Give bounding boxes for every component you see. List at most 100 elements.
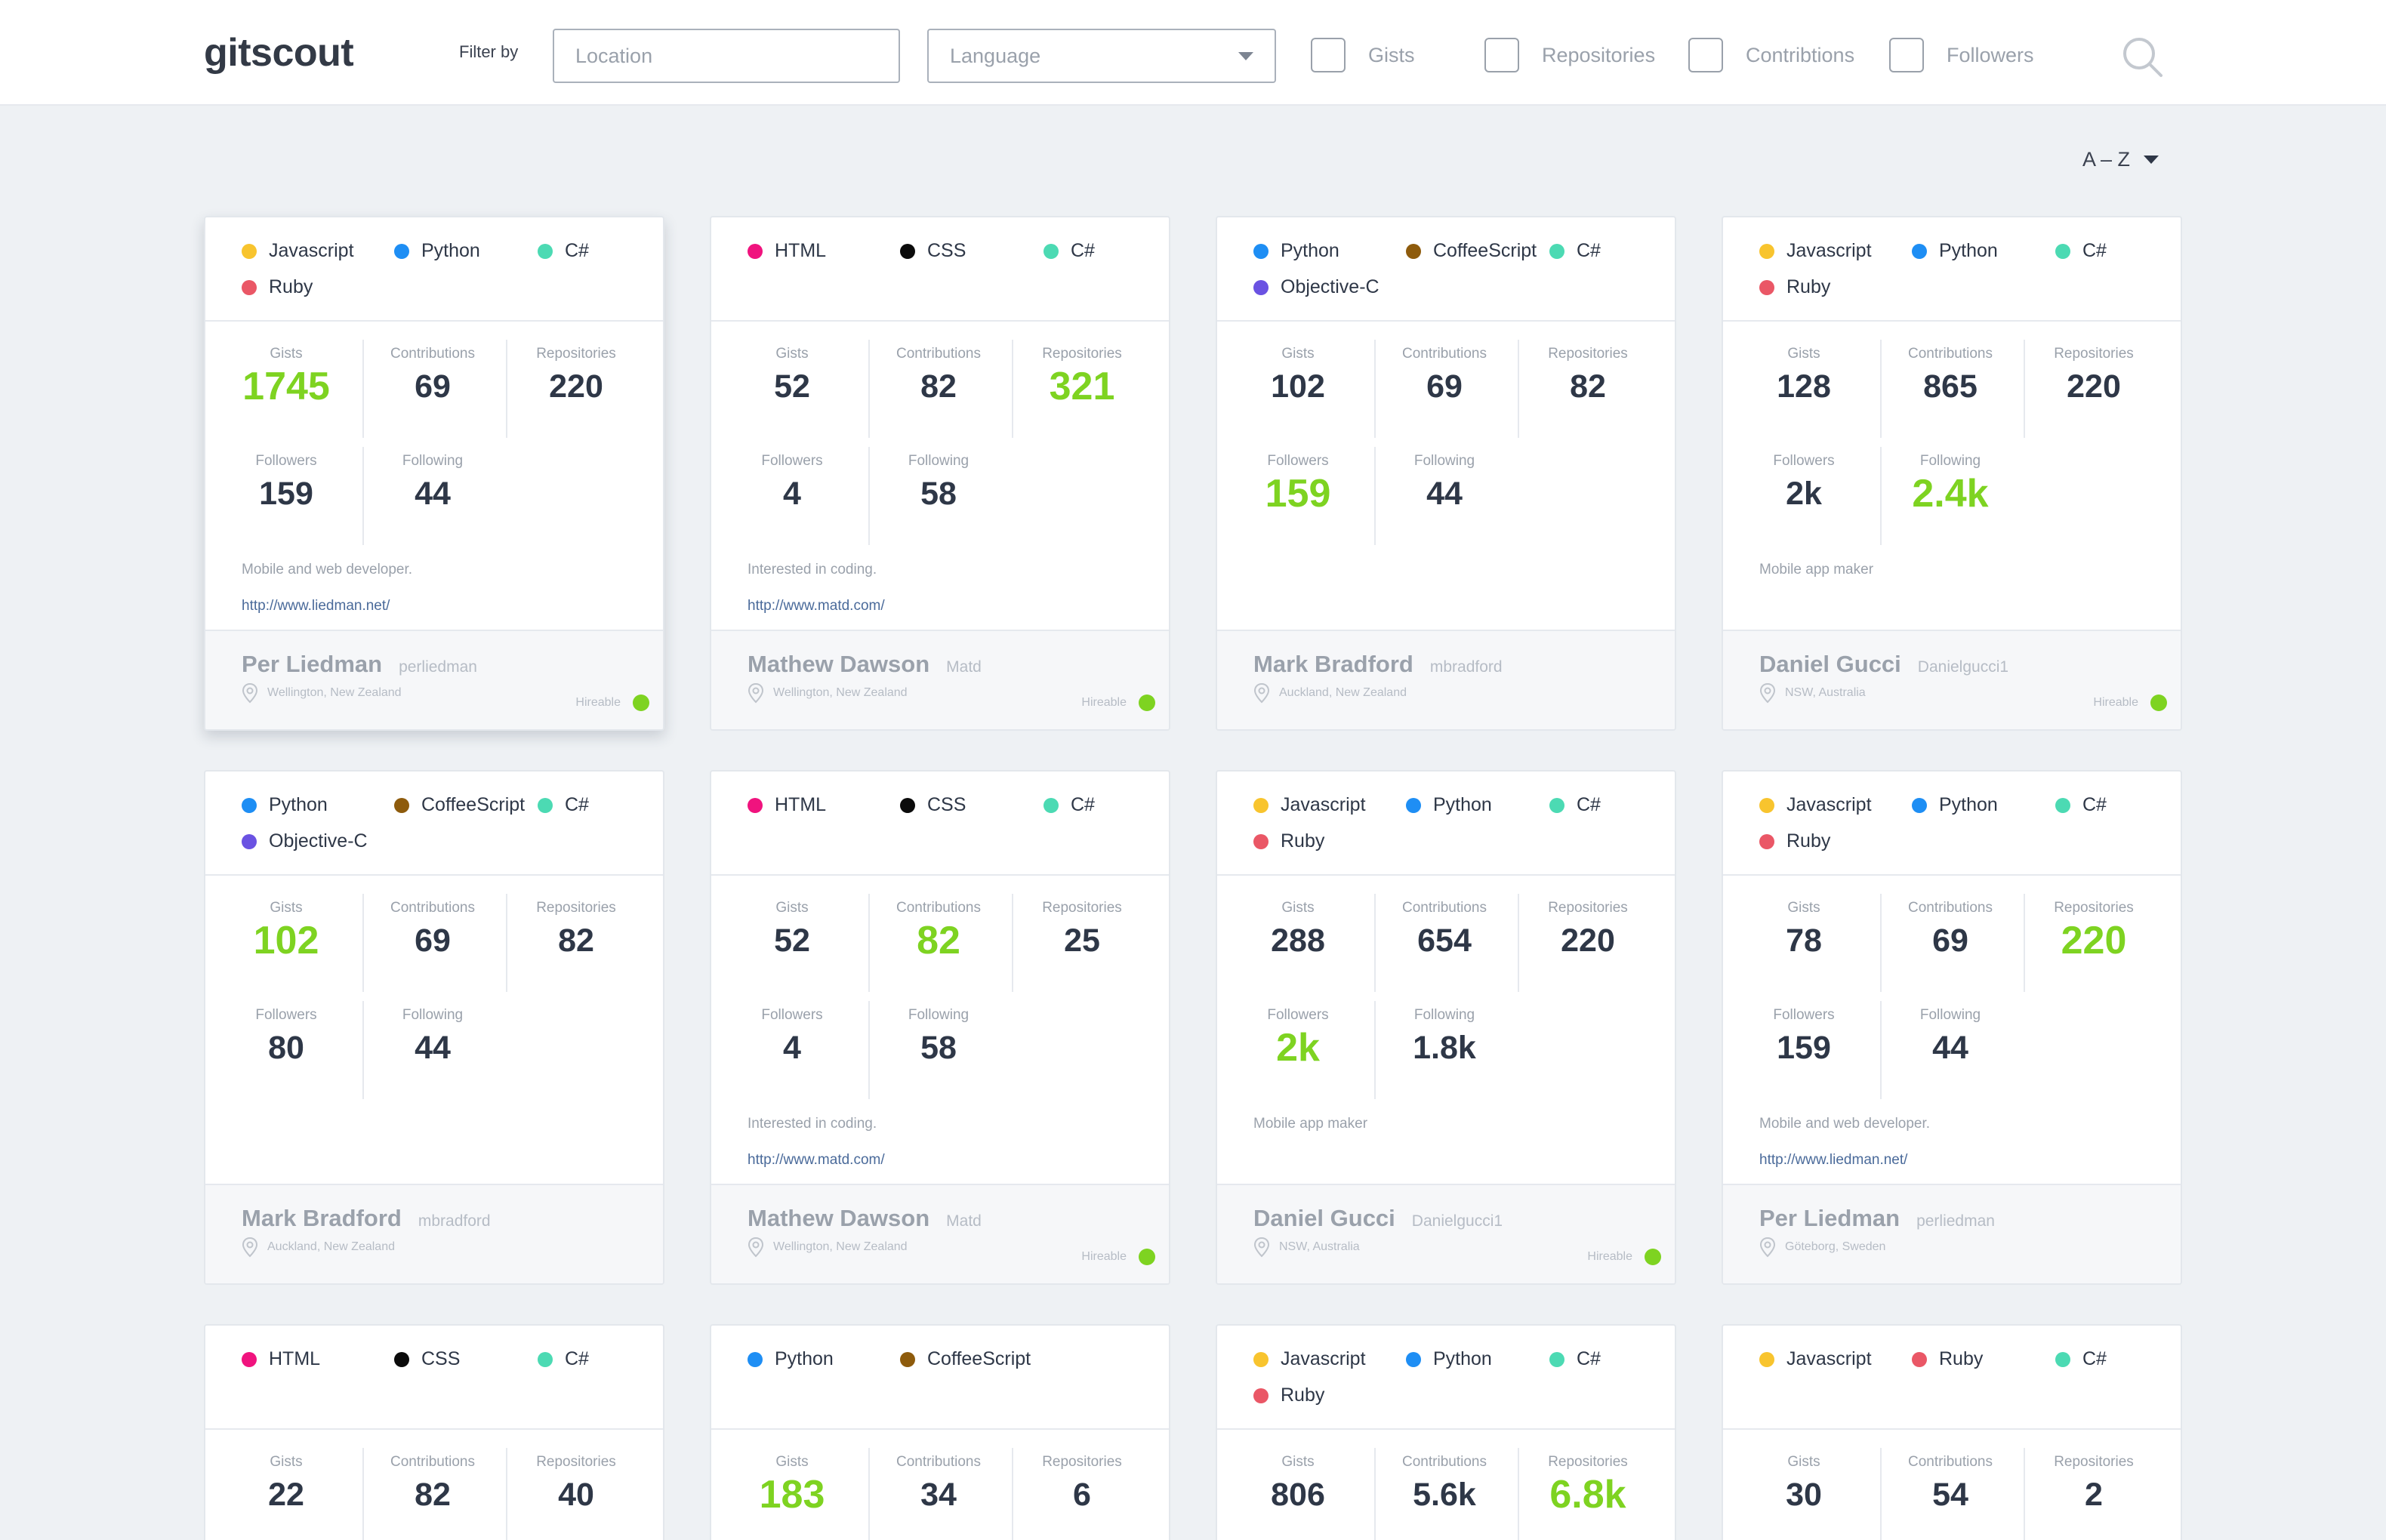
stat-value: 44: [415, 476, 451, 512]
user-bio: Mobile and web developer.: [242, 562, 413, 578]
checkbox-box[interactable]: [1311, 38, 1346, 72]
profile-card[interactable]: Javascript Python C# Ruby Gists 288 Contributi…: [1216, 770, 1676, 1285]
search-icon[interactable]: [2120, 35, 2166, 80]
checkbox-box[interactable]: [1688, 38, 1723, 72]
user-name[interactable]: Per Liedman: [1759, 1205, 1900, 1232]
profile-card[interactable]: Python CoffeeScript C# Objective-C Gists 102 C…: [204, 770, 664, 1285]
stat-label: Gists: [270, 900, 303, 916]
hireable-label: Hireable: [2093, 696, 2138, 709]
language-name: CSS: [421, 1348, 461, 1369]
stat-value: 69: [1426, 368, 1463, 405]
stat-repositories: Repositories 220: [2022, 346, 2166, 405]
user-location: Wellington, New Zealand: [748, 1237, 908, 1258]
language-tag: C#: [1549, 1348, 1601, 1370]
stat-label: Gists: [775, 1454, 809, 1470]
language-list: Javascript Ruby C#: [1723, 1326, 2181, 1430]
stat-followers: Followers 159: [1226, 453, 1370, 516]
language-name: HTML: [269, 1348, 321, 1369]
user-name[interactable]: Daniel Gucci: [1253, 1205, 1395, 1232]
hireable-badge: Hireable: [1587, 1249, 1661, 1265]
profile-card[interactable]: HTML CSS C# Gists 52 Contributions 82 Repositor…: [710, 216, 1170, 731]
gists-checkbox[interactable]: Gists: [1311, 38, 1415, 72]
profile-card[interactable]: Javascript Python C# Ruby Gists 1745 Contribut…: [204, 216, 664, 731]
stat-divider: [1374, 1448, 1376, 1540]
language-tag: Python: [1912, 240, 1998, 262]
checkbox-box[interactable]: [1889, 38, 1924, 72]
hireable-status-dot: [633, 695, 649, 711]
stat-gists: Gists 102: [214, 900, 358, 963]
sort-dropdown[interactable]: A – Z: [2082, 148, 2159, 171]
profile-card[interactable]: HTML CSS C# Gists 52 Contributions 82 Repositor…: [710, 770, 1170, 1285]
stat-label: Repositories: [2054, 900, 2134, 916]
location-text: Wellington, New Zealand: [773, 1240, 908, 1253]
stat-label: Following: [1919, 1007, 1981, 1023]
language-list: HTML CSS C#: [711, 772, 1169, 876]
user-name[interactable]: Mathew Dawson: [748, 651, 929, 678]
language-name: HTML: [775, 794, 827, 815]
language-name: C#: [1577, 794, 1601, 815]
user-name[interactable]: Per Liedman: [242, 651, 382, 678]
language-list: HTML CSS C#: [205, 1326, 663, 1430]
checkbox-box[interactable]: [1484, 38, 1519, 72]
profile-card[interactable]: Javascript Python C# Ruby Gists 806 Contributi…: [1216, 1324, 1676, 1540]
profile-card[interactable]: Javascript Ruby C# Gists 30 Contributions 54 Re…: [1722, 1324, 2182, 1540]
profile-card[interactable]: Javascript Python C# Ruby Gists 128 Contributi…: [1722, 216, 2182, 731]
followers-checkbox[interactable]: Followers: [1889, 38, 2034, 72]
card-footer: Per Liedman perliedman Wellington, New Zea…: [205, 630, 663, 729]
stat-value: 220: [2061, 919, 2127, 962]
language-dot-icon: [1253, 279, 1269, 295]
language-tag: C#: [538, 240, 589, 262]
user-website-link[interactable]: http://www.matd.com/: [748, 1152, 885, 1169]
user-website-link[interactable]: http://www.matd.com/: [748, 598, 885, 614]
profile-card[interactable]: HTML CSS C# Gists 22 Contributions 82 Repositor…: [204, 1324, 664, 1540]
contributions-checkbox[interactable]: Contribtions: [1688, 38, 1854, 72]
stat-value: 58: [920, 1030, 957, 1066]
stat-following: Following 44: [361, 1007, 504, 1067]
app-logo[interactable]: gitscout: [204, 30, 354, 75]
user-handle: Danielgucci1: [1917, 658, 2009, 676]
language-name: Javascript: [1786, 794, 1872, 815]
language-name: Python: [1433, 794, 1492, 815]
stat-value: 2.4k: [1912, 472, 1989, 516]
language-name: Javascript: [269, 240, 354, 261]
language-dot-icon: [538, 797, 553, 813]
hireable-badge: Hireable: [575, 695, 649, 711]
profile-card[interactable]: Python CoffeeScript C# Objective-C Gists 102 C…: [1216, 216, 1676, 731]
stat-label: Followers: [1267, 1007, 1329, 1023]
stat-divider: [1518, 340, 1519, 438]
language-select[interactable]: Language: [927, 29, 1276, 83]
profile-card[interactable]: Python CoffeeScript Gists 183 Contributions 3…: [710, 1324, 1170, 1540]
user-identity: Mark Bradford mbradford: [242, 1205, 491, 1232]
language-dot-icon: [242, 797, 257, 813]
map-pin-icon: [748, 682, 764, 704]
stat-repositories: Repositories 82: [504, 900, 648, 959]
stat-label: Gists: [270, 346, 303, 362]
language-dot-icon: [2055, 797, 2070, 813]
stat-repositories: Repositories 6: [1010, 1454, 1154, 1514]
user-handle: perliedman: [399, 658, 477, 676]
user-website-link[interactable]: http://www.liedman.net/: [1759, 1152, 1907, 1169]
stat-label: Repositories: [1042, 900, 1122, 916]
user-location: Wellington, New Zealand: [748, 682, 908, 704]
language-name: Python: [775, 1348, 834, 1369]
stat-value: 69: [1932, 922, 1968, 959]
user-handle: Matd: [946, 1212, 982, 1230]
user-name[interactable]: Mark Bradford: [242, 1205, 402, 1232]
user-name[interactable]: Mathew Dawson: [748, 1205, 929, 1232]
language-name: CoffeeScript: [927, 1348, 1031, 1369]
user-website-link[interactable]: http://www.liedman.net/: [242, 598, 390, 614]
stat-label: Gists: [1281, 900, 1315, 916]
stat-label: Repositories: [1548, 346, 1628, 362]
user-name[interactable]: Daniel Gucci: [1759, 651, 1901, 678]
language-name: Ruby: [1281, 830, 1325, 852]
hireable-label: Hireable: [1081, 1250, 1127, 1263]
stat-label: Repositories: [536, 1454, 616, 1470]
profile-card[interactable]: Javascript Python C# Ruby Gists 78 Contributio…: [1722, 770, 2182, 1285]
stat-label: Contributions: [1908, 1454, 1993, 1470]
user-name[interactable]: Mark Bradford: [1253, 651, 1413, 678]
language-dot-icon: [1549, 243, 1564, 259]
repositories-checkbox[interactable]: Repositories: [1484, 38, 1655, 72]
user-bio: Interested in coding.: [748, 1116, 877, 1132]
language-tag: Python: [394, 240, 480, 262]
location-input[interactable]: Location: [553, 29, 900, 83]
